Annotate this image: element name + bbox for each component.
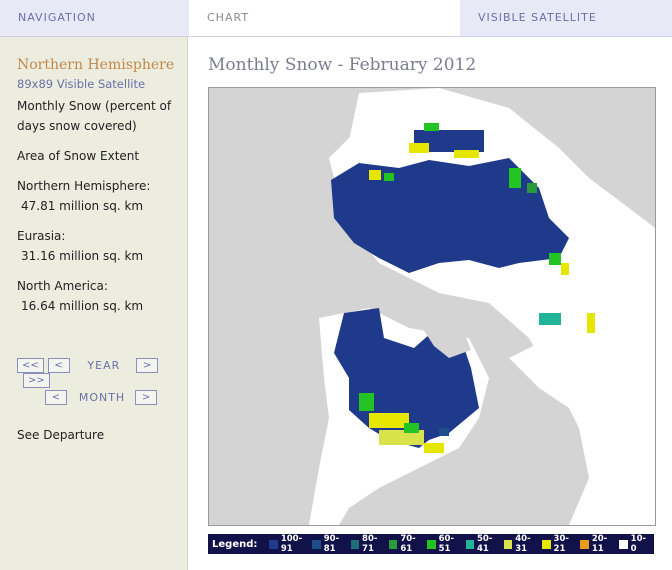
page-title: Monthly Snow - February 2012 (208, 55, 477, 75)
year-last-button[interactable]: >> (23, 373, 50, 388)
legend-item: 80-71 (350, 534, 383, 554)
tab-visible-satellite[interactable]: VISIBLE SATELLITE (460, 0, 672, 36)
product-label: Monthly Snow (percent of days snow cover… (17, 99, 172, 133)
year-controls: << < YEAR > >> (17, 358, 187, 388)
sidebar: Northern Hemisphere 89x89 Visible Satell… (0, 37, 188, 570)
eurasia-label: Eurasia: (17, 229, 66, 243)
nh-label: Northern Hemisphere: (17, 179, 151, 193)
legend-label: 80-71 (362, 534, 378, 554)
legend-item: 30-21 (542, 534, 574, 554)
eurasia-value: 31.16 million sq. km (21, 249, 144, 263)
legend-title: Legend: (212, 538, 258, 550)
legend-label: 100-91 (280, 534, 303, 554)
area-heading: Area of Snow Extent (17, 149, 140, 163)
legend-swatch (269, 539, 278, 549)
legend-swatch (350, 539, 360, 549)
year-first-button[interactable]: << (17, 358, 44, 373)
resolution-label: 89x89 Visible Satellite (17, 77, 146, 91)
month-controls: < MONTH > (45, 390, 158, 406)
legend-item: 20-11 (580, 534, 612, 554)
legend-swatch (312, 539, 321, 549)
month-next-button[interactable]: > (135, 390, 158, 405)
legend-label: 40-31 (515, 534, 531, 554)
tab-chart[interactable]: CHART (189, 0, 460, 36)
north-america-value: 16.64 million sq. km (21, 299, 144, 313)
legend-item: 60-51 (427, 534, 459, 554)
month-label: MONTH (78, 391, 126, 404)
legend-swatch (618, 539, 628, 549)
see-departure-link[interactable]: See Departure (17, 425, 104, 445)
legend-swatch (427, 539, 436, 549)
legend-label: 50-41 (476, 534, 493, 554)
legend: Legend: 100-91 90-81 80-71 70-61 60-51 50-41 4… (208, 534, 654, 554)
year-next-button[interactable]: > (136, 358, 159, 373)
legend-item: 70-61 (388, 534, 421, 554)
legend-label: 20-11 (591, 534, 608, 554)
legend-label: 10-0 (630, 534, 647, 554)
tab-navigation[interactable]: NAVIGATION (0, 0, 189, 36)
legend-item: 100-91 (269, 534, 306, 554)
year-label: YEAR (87, 359, 121, 372)
region-title: Northern Hemisphere (17, 57, 175, 73)
legend-item: 10-0 (618, 534, 648, 554)
nh-value: 47.81 million sq. km (21, 199, 144, 213)
snow-map-image (209, 88, 655, 525)
top-tab-bar: NAVIGATION CHART VISIBLE SATELLITE (0, 0, 672, 37)
month-prev-button[interactable]: < (45, 390, 67, 405)
legend-item: 50-41 (465, 534, 498, 554)
legend-label: 30-21 (553, 534, 569, 554)
snow-map (208, 87, 656, 526)
legend-item: 90-81 (312, 534, 344, 554)
legend-label: 90-81 (323, 534, 340, 554)
year-prev-button[interactable]: < (47, 358, 70, 373)
legend-swatch (542, 539, 551, 549)
legend-label: 60-51 (438, 534, 454, 554)
legend-swatch (388, 539, 398, 549)
legend-swatch (503, 539, 513, 549)
legend-swatch (465, 539, 474, 549)
legend-label: 70-61 (400, 534, 416, 554)
legend-item: 40-31 (503, 534, 536, 554)
legend-swatch (580, 539, 589, 549)
north-america-label: North America: (17, 279, 108, 293)
